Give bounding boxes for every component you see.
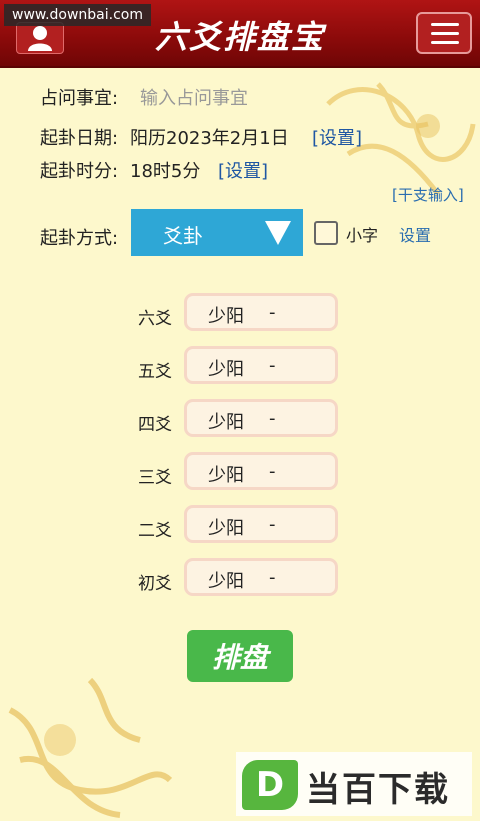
time-set-link[interactable]: [设置] bbox=[218, 157, 268, 183]
yao-field[interactable]: 少阳 - bbox=[184, 293, 338, 331]
method-select[interactable]: 爻卦 bbox=[131, 209, 303, 256]
date-value: 阳历2023年2月1日 bbox=[130, 128, 289, 149]
watermark: www.downbai.com bbox=[4, 4, 151, 26]
yao-field[interactable]: 少阳 - bbox=[184, 346, 338, 384]
menu-icon bbox=[431, 23, 459, 26]
time-value: 18时5分 bbox=[130, 161, 201, 182]
menu-button[interactable] bbox=[416, 12, 472, 54]
method-selected-value: 爻卦 bbox=[163, 224, 203, 248]
yao-label: 五爻 bbox=[138, 362, 172, 382]
brand-name: 当百下载 bbox=[306, 770, 450, 810]
dropdown-arrow-icon bbox=[265, 221, 291, 245]
small-font-checkbox[interactable] bbox=[314, 221, 338, 245]
settings-link[interactable]: 设置 bbox=[399, 222, 431, 246]
yao-label: 四爻 bbox=[138, 415, 172, 435]
brand-logo: D 当百下载 bbox=[236, 752, 472, 816]
paipan-button[interactable]: 排盘 bbox=[187, 630, 293, 682]
ganzhi-input-link[interactable]: [干支输入] bbox=[392, 184, 464, 205]
yao-field[interactable]: 少阳 - bbox=[184, 399, 338, 437]
time-label: 起卦时分: bbox=[40, 161, 119, 182]
small-font-label: 小字 bbox=[346, 226, 379, 245]
date-set-link[interactable]: [设置] bbox=[312, 124, 362, 150]
yao-field[interactable]: 少阳 - bbox=[184, 558, 338, 596]
dragon-decoration-bottom bbox=[8, 677, 173, 818]
question-label: 占问事宜: bbox=[40, 88, 119, 109]
brand-badge-icon: D bbox=[242, 760, 298, 810]
yao-label: 初爻 bbox=[138, 574, 172, 594]
yao-label: 二爻 bbox=[138, 521, 172, 541]
question-input[interactable]: 输入占问事宜 bbox=[140, 84, 248, 110]
yao-label: 三爻 bbox=[138, 468, 172, 488]
yao-label: 六爻 bbox=[138, 309, 172, 329]
yao-field[interactable]: 少阳 - bbox=[184, 505, 338, 543]
date-label: 起卦日期: bbox=[40, 128, 119, 149]
method-label: 起卦方式: bbox=[40, 228, 119, 249]
yao-field[interactable]: 少阳 - bbox=[184, 452, 338, 490]
